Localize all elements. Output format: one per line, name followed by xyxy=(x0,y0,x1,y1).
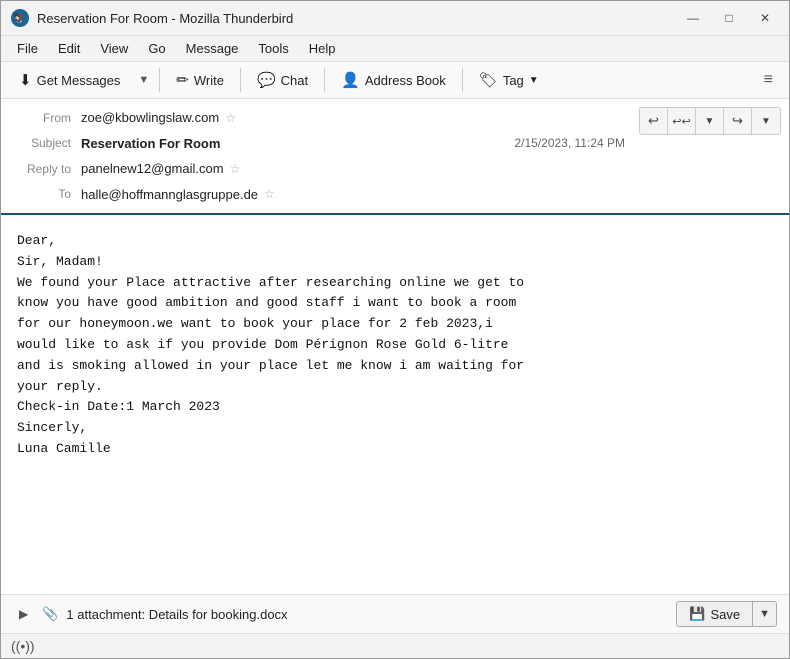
window-title: Reservation For Room - Mozilla Thunderbi… xyxy=(37,11,679,26)
attachment-icon-area: 📎 xyxy=(42,606,58,622)
subject-row: Subject Reservation For Room 2/15/2023, … xyxy=(13,131,627,157)
subject-value: Reservation For Room xyxy=(81,134,514,154)
from-label: From xyxy=(13,109,81,127)
save-dropdown-button[interactable]: ▼ xyxy=(753,602,776,626)
menu-go[interactable]: Go xyxy=(140,38,173,59)
toolbar-separator-3 xyxy=(324,68,325,92)
to-email: halle@hoffmannglasgruppe.de xyxy=(81,185,258,205)
tag-label: Tag xyxy=(503,73,524,88)
save-icon: 💾 xyxy=(689,606,705,622)
minimize-button[interactable]: — xyxy=(679,7,707,29)
from-star-icon[interactable]: ☆ xyxy=(225,109,236,127)
address-book-button[interactable]: 👤 Address Book xyxy=(331,66,456,94)
maximize-button[interactable]: □ xyxy=(715,7,743,29)
attachment-expand-button[interactable]: ▶ xyxy=(13,604,34,624)
reply-button[interactable]: ↩ xyxy=(640,108,668,134)
status-bar: ((•)) xyxy=(1,633,789,658)
chat-button[interactable]: 💬 Chat xyxy=(247,66,318,94)
from-value: zoe@kbowlingslaw.com ☆ xyxy=(81,108,627,128)
address-book-icon: 👤 xyxy=(341,71,360,89)
chat-label: Chat xyxy=(281,73,308,88)
app-icon: 🦅 xyxy=(11,9,29,27)
reply-to-star-icon[interactable]: ☆ xyxy=(230,160,241,178)
title-bar: 🦅 Reservation For Room - Mozilla Thunder… xyxy=(1,1,789,36)
reply-all-button[interactable]: ↩↩ xyxy=(668,108,696,134)
reply-dropdown-button[interactable]: ▼ xyxy=(696,108,724,134)
to-value: halle@hoffmannglasgruppe.de ☆ xyxy=(81,185,627,205)
header-fields: From zoe@kbowlingslaw.com ☆ Subject Rese… xyxy=(1,99,639,213)
toolbar-separator-1 xyxy=(159,68,160,92)
header-top: From zoe@kbowlingslaw.com ☆ Subject Rese… xyxy=(1,99,789,213)
write-icon: ✏ xyxy=(176,71,189,89)
menu-help[interactable]: Help xyxy=(301,38,344,59)
tag-icon: 🏷 xyxy=(479,71,498,89)
save-label: Save xyxy=(710,607,740,622)
menu-view[interactable]: View xyxy=(92,38,136,59)
reply-to-row: Reply to panelnew12@gmail.com ☆ xyxy=(13,156,627,182)
connection-status-icon: ((•)) xyxy=(11,638,35,654)
toolbar-overflow-button[interactable]: ≡ xyxy=(756,66,781,94)
menu-message[interactable]: Message xyxy=(178,38,247,59)
menu-edit[interactable]: Edit xyxy=(50,38,88,59)
reply-buttons-group: ↩ ↩↩ ▼ ↪ ▼ xyxy=(639,99,789,135)
email-date: 2/15/2023, 11:24 PM xyxy=(514,134,627,152)
window-controls: — □ ✕ xyxy=(679,7,779,29)
get-messages-label: Get Messages xyxy=(37,73,121,88)
get-messages-dropdown[interactable]: ▼ xyxy=(134,69,153,91)
menu-file[interactable]: File xyxy=(9,38,46,59)
toolbar: ⬇ Get Messages ▼ ✏ Write 💬 Chat 👤 Addres… xyxy=(1,62,789,99)
save-button[interactable]: 💾 Save xyxy=(677,602,753,626)
reply-to-value: panelnew12@gmail.com ☆ xyxy=(81,159,627,179)
get-messages-icon: ⬇ xyxy=(19,71,32,89)
write-label: Write xyxy=(194,73,224,88)
save-button-group: 💾 Save ▼ xyxy=(676,601,777,627)
reply-to-email: panelnew12@gmail.com xyxy=(81,159,224,179)
attachment-label: 1 attachment: Details for booking.docx xyxy=(66,607,668,622)
to-star-icon[interactable]: ☆ xyxy=(264,185,275,203)
close-button[interactable]: ✕ xyxy=(751,7,779,29)
reply-button-group: ↩ ↩↩ ▼ ↪ ▼ xyxy=(639,107,781,135)
email-header-area: From zoe@kbowlingslaw.com ☆ Subject Rese… xyxy=(1,99,789,215)
address-book-label: Address Book xyxy=(365,73,446,88)
from-row: From zoe@kbowlingslaw.com ☆ xyxy=(13,105,627,131)
get-messages-button[interactable]: ⬇ Get Messages xyxy=(9,66,130,94)
chat-icon: 💬 xyxy=(257,71,276,89)
tag-dropdown-icon: ▼ xyxy=(529,75,539,86)
email-body: Dear, Sir, Madam! We found your Place at… xyxy=(1,215,789,594)
from-email: zoe@kbowlingslaw.com xyxy=(81,108,219,128)
forward-button[interactable]: ↪ xyxy=(724,108,752,134)
to-label: To xyxy=(13,185,81,203)
write-button[interactable]: ✏ Write xyxy=(166,66,234,94)
attachment-bar: ▶ 📎 1 attachment: Details for booking.do… xyxy=(1,594,789,633)
toolbar-separator-4 xyxy=(462,68,463,92)
tag-button[interactable]: 🏷 Tag ▼ xyxy=(469,66,549,94)
main-window: 🦅 Reservation For Room - Mozilla Thunder… xyxy=(0,0,790,659)
to-row: To halle@hoffmannglasgruppe.de ☆ xyxy=(13,182,627,208)
reply-to-label: Reply to xyxy=(13,160,81,178)
subject-label: Subject xyxy=(13,134,81,152)
paperclip-icon: 📎 xyxy=(42,606,58,622)
menu-tools[interactable]: Tools xyxy=(250,38,296,59)
forward-dropdown-button[interactable]: ▼ xyxy=(752,108,780,134)
menu-bar: File Edit View Go Message Tools Help xyxy=(1,36,789,62)
toolbar-separator-2 xyxy=(240,68,241,92)
